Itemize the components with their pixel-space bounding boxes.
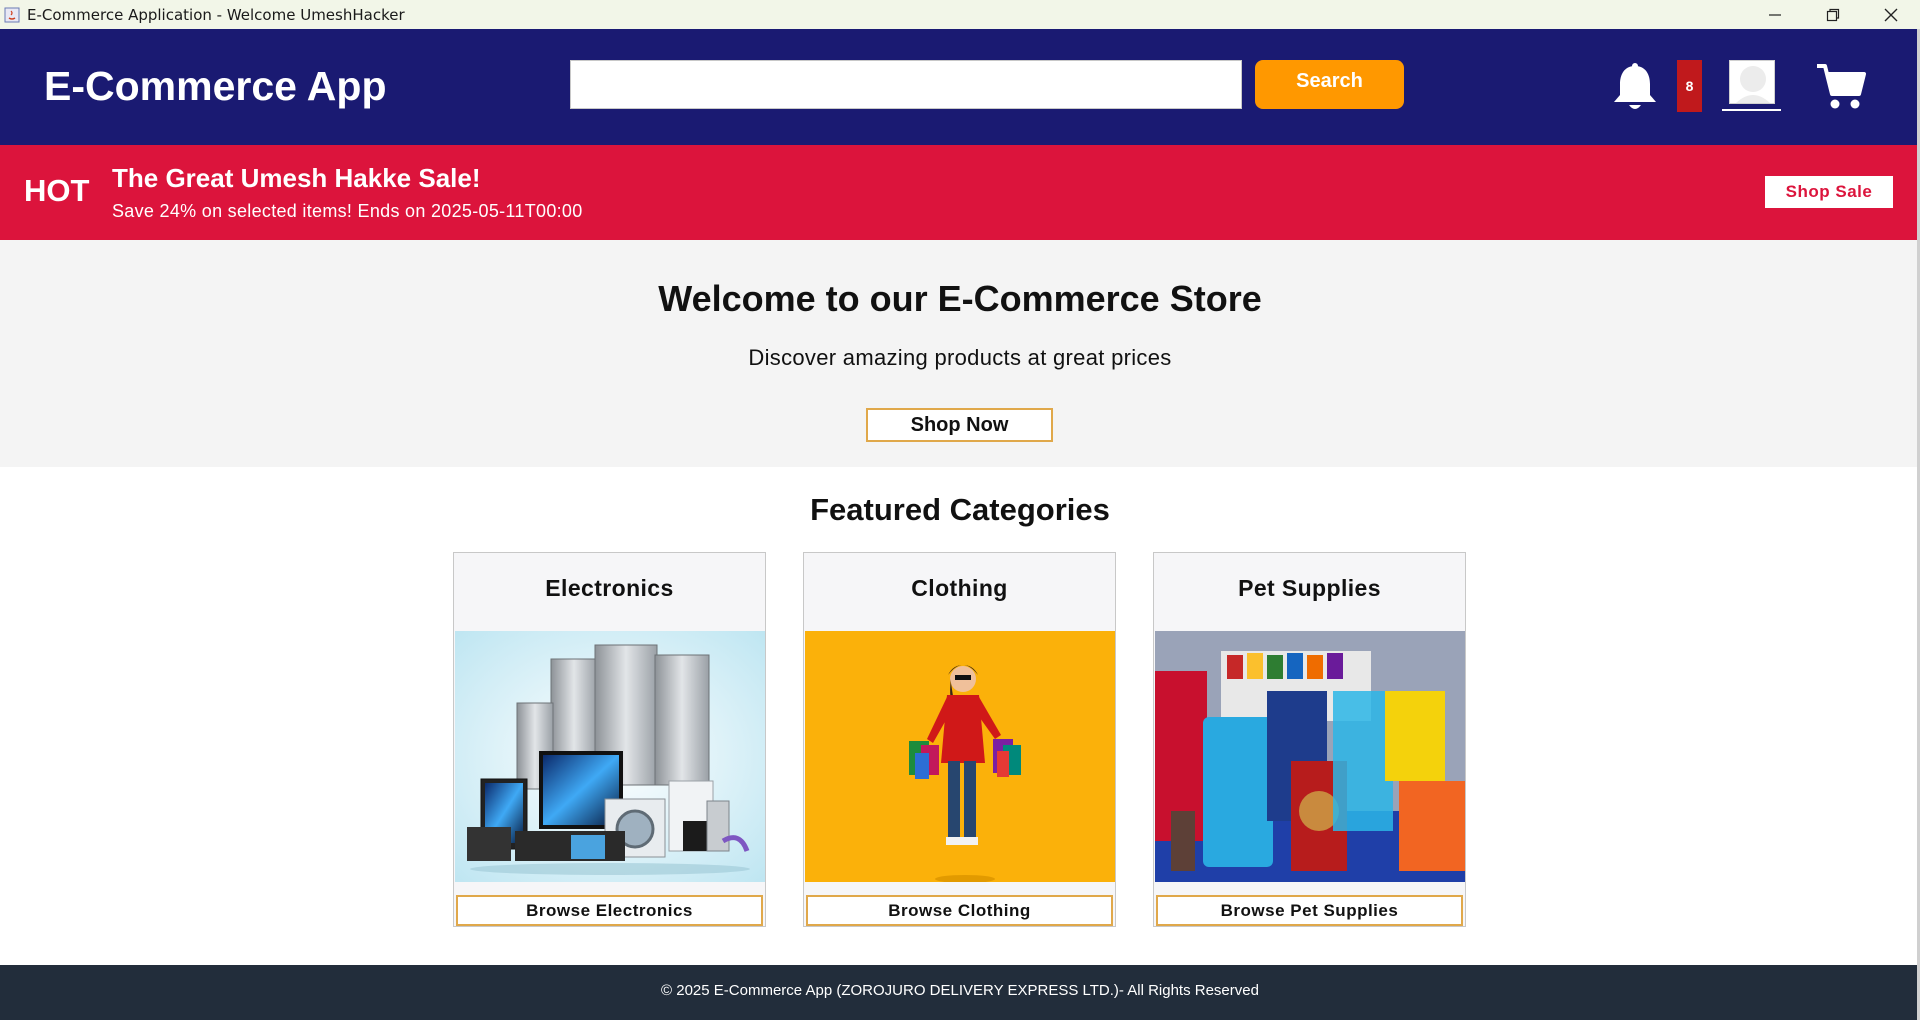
- electronics-image: [455, 631, 765, 882]
- hero-subtitle: Discover amazing products at great price…: [748, 345, 1172, 370]
- search-input[interactable]: [570, 60, 1242, 109]
- hot-tag: HOT: [24, 173, 90, 208]
- restore-icon[interactable]: [1804, 0, 1862, 29]
- search-button[interactable]: Search: [1255, 60, 1404, 109]
- category-title: Clothing: [911, 575, 1008, 601]
- sale-banner: HOT The Great Umesh Hakke Sale! Save 24%…: [0, 145, 1920, 240]
- profile-icon: [1728, 60, 1775, 104]
- close-icon[interactable]: [1862, 0, 1920, 29]
- browse-electronics-button[interactable]: Browse Electronics: [456, 895, 763, 926]
- category-card-clothing: Clothing Browse Clothing: [803, 552, 1116, 927]
- footer-copyright: © 2025 E-Commerce App (ZOROJURO DELIVERY…: [661, 982, 1259, 999]
- category-title: Pet Supplies: [1238, 575, 1381, 601]
- shop-now-button[interactable]: Shop Now: [866, 408, 1053, 442]
- clothing-image: [805, 631, 1115, 882]
- sale-title: The Great Umesh Hakke Sale!: [112, 163, 481, 193]
- app-header: E-Commerce App Search 8: [0, 29, 1920, 145]
- notification-badge[interactable]: 8: [1677, 60, 1702, 112]
- featured-title: Featured Categories: [810, 492, 1110, 527]
- profile-button[interactable]: [1722, 60, 1781, 111]
- hero-title: Welcome to our E-Commerce Store: [658, 278, 1262, 319]
- footer: © 2025 E-Commerce App (ZOROJURO DELIVERY…: [0, 965, 1920, 1020]
- category-card-pet-supplies: Pet Supplies Browse Pet Supplies: [1153, 552, 1466, 927]
- minimize-icon[interactable]: [1746, 0, 1804, 29]
- bell-icon[interactable]: [1610, 62, 1660, 114]
- category-title: Electronics: [545, 575, 674, 601]
- hero-section: Welcome to our E-Commerce Store Discover…: [0, 240, 1920, 467]
- brand-title: E-Commerce App: [44, 63, 387, 109]
- window-titlebar: E-Commerce Application - Welcome UmeshHa…: [0, 0, 1920, 29]
- window-title: E-Commerce Application - Welcome UmeshHa…: [27, 5, 405, 24]
- cart-icon[interactable]: [1815, 60, 1867, 112]
- pet-supplies-image: [1155, 631, 1465, 882]
- shop-sale-button[interactable]: Shop Sale: [1765, 176, 1893, 208]
- category-card-electronics: Electronics Browse Electronics: [453, 552, 766, 927]
- browse-pet-supplies-button[interactable]: Browse Pet Supplies: [1156, 895, 1463, 926]
- sale-description: Save 24% on selected items! Ends on 2025…: [112, 201, 583, 221]
- java-icon: [3, 6, 21, 24]
- browse-clothing-button[interactable]: Browse Clothing: [806, 895, 1113, 926]
